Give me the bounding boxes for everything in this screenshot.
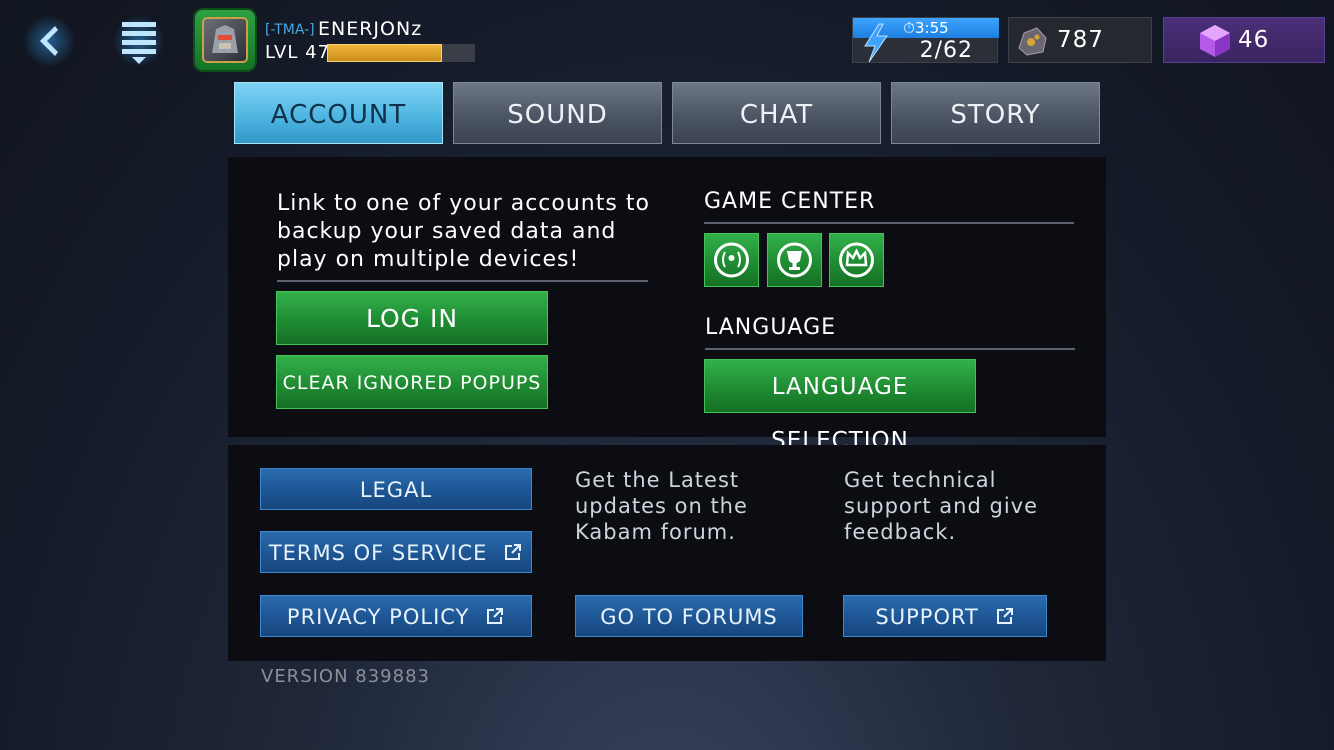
clear-ignored-popups-button[interactable]: CLEAR IGNORED POPUPS	[276, 355, 548, 409]
external-link-icon	[487, 608, 504, 624]
language-title: LANGUAGE	[705, 315, 837, 340]
energy-meter[interactable]: ⏱3:55 2/62	[852, 17, 999, 63]
support-label: SUPPORT	[875, 605, 979, 629]
gold-ore-icon	[1018, 27, 1047, 56]
terms-of-service-button[interactable]: TERMS OF SERVICE	[260, 531, 532, 573]
terms-of-service-label: TERMS OF SERVICE	[268, 541, 488, 565]
xp-bar-fill	[327, 44, 443, 62]
tab-account[interactable]: ACCOUNT	[234, 82, 443, 144]
link-accounts-text: Link to one of your accounts to backup y…	[277, 191, 650, 272]
tab-chat[interactable]: CHAT	[672, 82, 881, 144]
divider	[704, 222, 1074, 224]
gold-counter[interactable]: 787	[1008, 17, 1152, 63]
laurel-icon	[714, 242, 749, 278]
support-button[interactable]: SUPPORT	[843, 595, 1047, 637]
game-center-challenges-button[interactable]	[829, 233, 884, 287]
go-to-forums-label: GO TO FORUMS	[600, 605, 778, 629]
divider	[705, 348, 1075, 350]
xp-bar	[327, 44, 475, 62]
legal-button[interactable]: LEGAL	[260, 468, 532, 510]
language-selection-button[interactable]: LANGUAGE SELECTION	[704, 359, 976, 454]
trophy-icon	[777, 242, 812, 278]
forum-description: Get the Latest updates on the Kabam foru…	[575, 468, 748, 544]
external-link-icon	[505, 544, 522, 560]
avatar[interactable]	[195, 10, 255, 70]
support-description: Get technical support and give feedback.	[844, 468, 1038, 544]
privacy-policy-button[interactable]: PRIVACY POLICY	[260, 595, 532, 637]
legal-label: LEGAL	[359, 478, 433, 502]
energy-count: 2/62	[919, 38, 973, 63]
tab-story[interactable]: STORY	[891, 82, 1100, 144]
crown-icon	[839, 242, 874, 278]
avatar-portrait	[202, 17, 248, 63]
back-button[interactable]	[22, 14, 76, 68]
game-center-leaderboards-button[interactable]	[767, 233, 822, 287]
hamburger-menu-icon	[113, 15, 165, 67]
alliance-tag: [-TMA-]	[265, 22, 315, 38]
robot-head-icon	[212, 25, 238, 53]
crystal-cube-icon	[1200, 25, 1230, 57]
crystal-count: 46	[1238, 27, 1270, 53]
go-to-forums-button[interactable]: GO TO FORUMS	[575, 595, 803, 637]
login-button[interactable]: LOG IN	[276, 291, 548, 345]
divider	[277, 280, 648, 282]
player-name: ENERJONz	[318, 18, 423, 40]
lightning-bolt-icon	[864, 23, 888, 62]
menu-button[interactable]	[112, 14, 166, 68]
game-center-achievements-button[interactable]	[704, 233, 759, 287]
game-center-title: GAME CENTER	[704, 189, 876, 214]
player-level: LVL 47	[265, 42, 331, 63]
version-label: VERSION 839883	[261, 666, 430, 687]
gold-count: 787	[1057, 27, 1104, 53]
external-link-icon	[996, 608, 1013, 624]
privacy-policy-label: PRIVACY POLICY	[286, 605, 470, 629]
tab-sound[interactable]: SOUND	[453, 82, 662, 144]
chevron-left-icon	[23, 15, 75, 67]
crystal-counter[interactable]: 46	[1163, 17, 1325, 63]
